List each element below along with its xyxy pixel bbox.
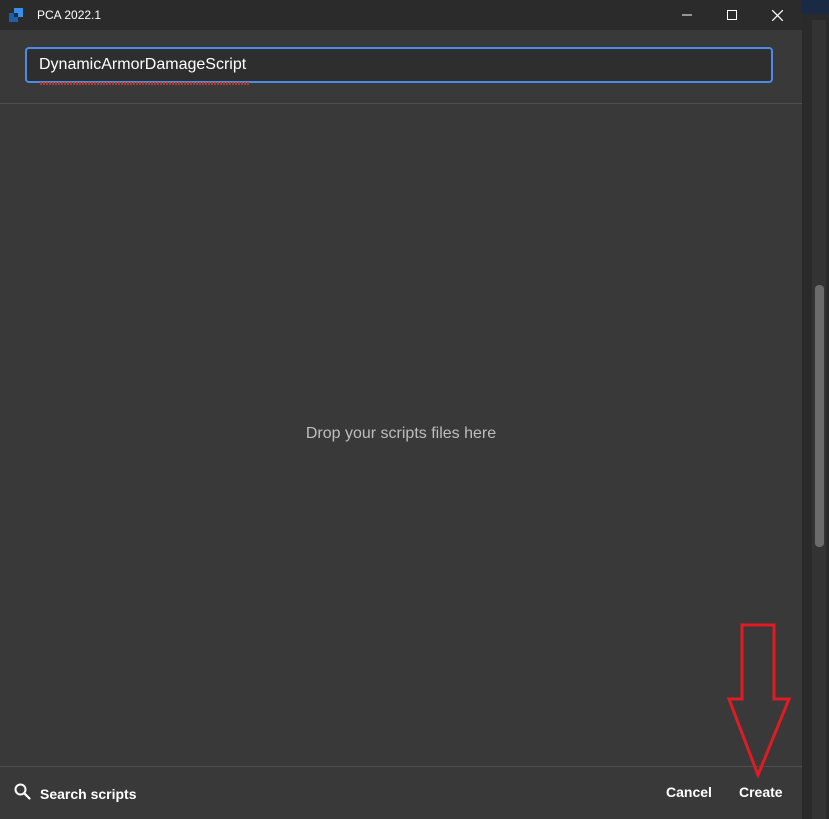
drop-zone-hint: Drop your scripts files here — [305, 425, 497, 442]
spellcheck-underline — [39, 82, 250, 85]
background-scrollbar-thumb[interactable] — [815, 285, 824, 547]
close-button[interactable] — [754, 0, 800, 30]
dialog-window: PCA 2022.1 Drop your scripts files here — [0, 0, 802, 819]
script-drop-zone[interactable]: Drop your scripts files here — [0, 104, 802, 766]
create-button[interactable]: Create — [739, 784, 783, 800]
maximize-button[interactable] — [709, 0, 755, 30]
minimize-button[interactable] — [664, 0, 710, 30]
title-bar[interactable]: PCA 2022.1 — [0, 0, 802, 30]
search-icon — [14, 783, 31, 805]
app-logo-icon — [9, 8, 23, 22]
script-name-area — [0, 30, 802, 104]
window-title: PCA 2022.1 — [37, 8, 102, 22]
maximize-icon — [727, 10, 737, 20]
minimize-icon — [682, 10, 692, 20]
cancel-button[interactable]: Cancel — [666, 784, 712, 800]
close-icon — [771, 9, 783, 21]
search-scripts-button[interactable]: Search scripts — [14, 783, 137, 805]
dialog-footer: Search scripts Cancel Create — [0, 766, 802, 819]
search-scripts-label: Search scripts — [40, 786, 137, 802]
script-name-input[interactable] — [25, 47, 773, 83]
background-window-titlebar — [802, 0, 829, 14]
